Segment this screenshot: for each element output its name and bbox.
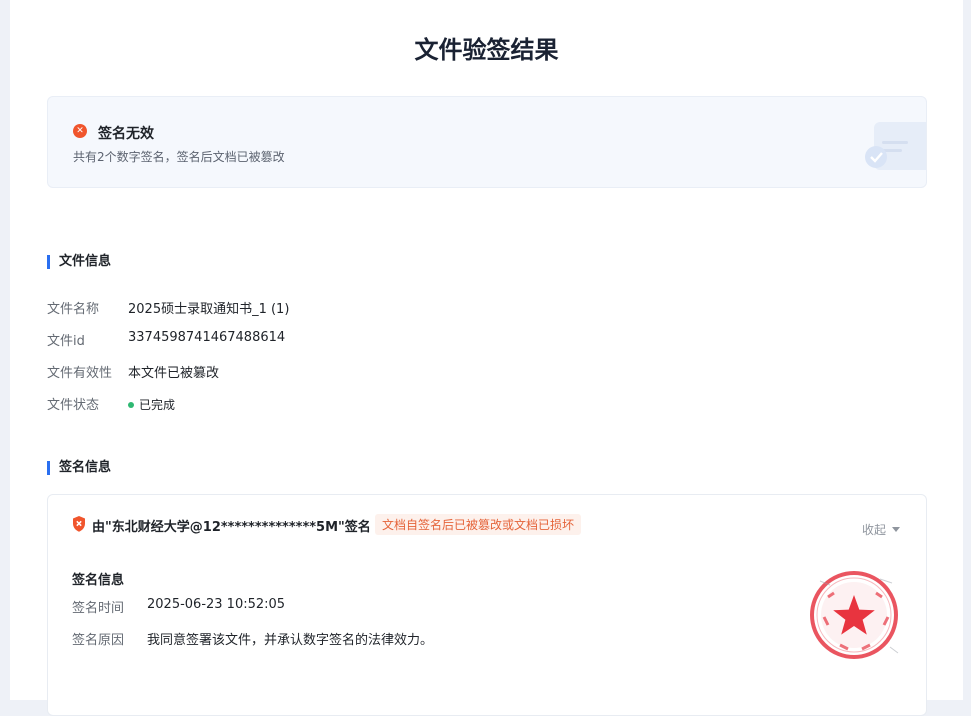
sign-reason-label: 签名原因 — [72, 633, 125, 648]
sign-info-heading: 签名信息 — [47, 461, 111, 475]
certificate-decoration-icon — [865, 122, 926, 170]
error-circle-icon: ✕ — [73, 124, 87, 138]
banner-subtitle: 共有2个数字签名，签名后文档已被篡改 — [73, 150, 285, 164]
page-title: 文件验签结果 — [414, 36, 559, 64]
file-id-label: 文件id — [47, 334, 85, 349]
file-info-heading: 文件信息 — [47, 255, 111, 269]
file-status-label: 文件状态 — [47, 398, 100, 413]
file-name-value: 2025硕士录取通知书_1 (1) — [128, 302, 290, 317]
signature-details-heading: 签名信息 — [72, 573, 125, 588]
signer-title: 由"东北财经大学@12**************5M"签名 — [92, 520, 371, 535]
result-card: 文件验签结果 ✕ 签名无效 共有2个数字签名，签名后文档已被篡改 文件信息 文件… — [10, 0, 963, 716]
file-validity-label: 文件有效性 — [47, 366, 113, 381]
caret-down-icon — [892, 527, 900, 532]
file-status-text: 已完成 — [139, 398, 176, 412]
file-name-label: 文件名称 — [47, 302, 100, 317]
file-validity-value: 本文件已被篡改 — [128, 366, 220, 381]
collapse-label: 收起 — [861, 523, 886, 537]
file-id-value: 3374598741467488614 — [128, 330, 286, 345]
file-status-value: 已完成 — [128, 396, 175, 413]
invalid-shield-icon — [73, 516, 85, 532]
tamper-warning-tag: 文档自签名后已被篡改或文档已损坏 — [375, 514, 582, 535]
status-dot-icon — [128, 401, 134, 408]
sign-time-value: 2025-06-23 10:52:05 — [147, 597, 286, 612]
sign-reason-value: 我同意签署该文件，并承认数字签名的法律效力。 — [147, 633, 434, 648]
sign-time-label: 签名时间 — [72, 601, 125, 616]
red-official-seal-icon — [810, 571, 899, 659]
banner-title: 签名无效 — [98, 126, 154, 142]
verification-banner: ✕ 签名无效 共有2个数字签名，签名后文档已被篡改 — [47, 96, 927, 188]
collapse-toggle[interactable]: 收起 — [862, 521, 900, 538]
